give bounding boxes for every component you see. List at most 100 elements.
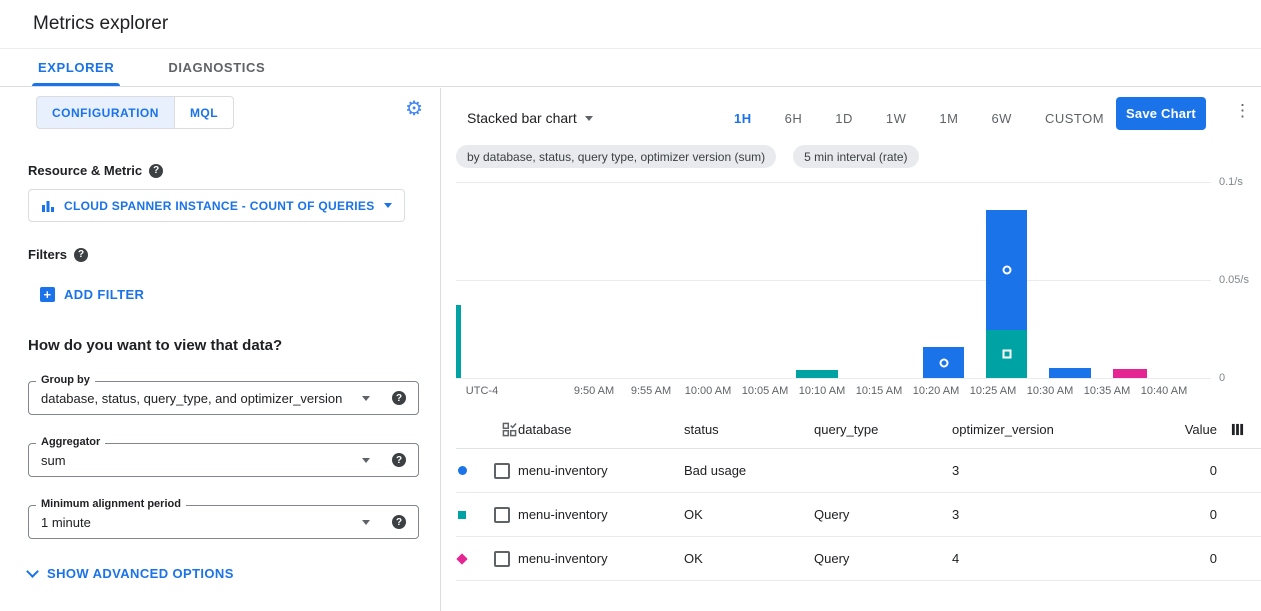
tab-diagnostics[interactable]: DIAGNOSTICS	[162, 49, 271, 86]
header-optimizer-version[interactable]: optimizer_version	[952, 422, 1132, 437]
alignment-period-label: Minimum alignment period	[36, 498, 186, 510]
row-checkbox[interactable]	[494, 551, 510, 567]
chart-bar[interactable]	[1113, 369, 1147, 378]
help-icon[interactable]: ?	[392, 515, 406, 529]
chart-bar-segment	[986, 210, 1027, 330]
time-range-6w[interactable]: 6W	[991, 111, 1012, 126]
cell-database: menu-inventory	[518, 551, 684, 566]
metric-selector-dropdown[interactable]: CLOUD SPANNER INSTANCE - COUNT OF QUERIE…	[28, 189, 405, 222]
show-advanced-options-link[interactable]: SHOW ADVANCED OPTIONS	[28, 566, 234, 581]
editor-mode-toggle: CONFIGURATION MQL	[36, 96, 234, 129]
cell-status: OK	[684, 507, 814, 522]
time-range-1w[interactable]: 1W	[886, 111, 907, 126]
chart-chips: by database, status, query type, optimiz…	[456, 145, 919, 168]
series-marker-icon	[456, 553, 467, 564]
column-settings-icon[interactable]	[1217, 423, 1261, 436]
time-range-1d[interactable]: 1D	[835, 111, 853, 126]
interval-chip[interactable]: 5 min interval (rate)	[793, 145, 918, 168]
group-by-value: database, status, query_type, and optimi…	[41, 391, 362, 406]
table-row: menu-inventory OK Query 3 0	[456, 493, 1261, 537]
cell-optimizer-version: 3	[952, 463, 1132, 478]
view-data-question: How do you want to view that data?	[28, 337, 282, 354]
chart-x-axis: UTC-49:50 AM9:55 AM10:00 AM10:05 AM10:10…	[456, 385, 1211, 399]
circle-marker-icon	[1002, 266, 1011, 275]
help-icon[interactable]: ?	[392, 453, 406, 467]
chart-bar-segment	[923, 347, 964, 378]
tab-diagnostics-label: DIAGNOSTICS	[168, 60, 265, 75]
add-filter-label: ADD FILTER	[64, 287, 144, 302]
header-query-type[interactable]: query_type	[814, 422, 952, 437]
gridline	[456, 182, 1211, 183]
tab-bar: EXPLORER DIAGNOSTICS	[0, 49, 1261, 87]
aggregator-label: Aggregator	[36, 436, 105, 448]
x-axis-tick-label: 10:15 AM	[856, 385, 902, 397]
row-checkbox[interactable]	[494, 507, 510, 523]
time-range-1m[interactable]: 1M	[939, 111, 958, 126]
more-options-icon[interactable]: ⋮	[1230, 101, 1255, 121]
select-series-icon[interactable]	[482, 422, 518, 437]
header-value[interactable]: Value	[1132, 422, 1217, 437]
show-advanced-options-label: SHOW ADVANCED OPTIONS	[47, 566, 234, 581]
x-axis-tick-label: 10:30 AM	[1027, 385, 1073, 397]
x-axis-tick-label: 10:10 AM	[799, 385, 845, 397]
series-table: database status query_type optimizer_ver…	[456, 410, 1261, 581]
circle-marker-icon	[939, 358, 948, 367]
chart-type-dropdown[interactable]: Stacked bar chart	[467, 103, 593, 133]
chart-bar[interactable]	[1049, 368, 1091, 378]
chart-bar[interactable]	[986, 210, 1027, 378]
cell-database: menu-inventory	[518, 507, 684, 522]
x-axis-tick-label: 10:35 AM	[1084, 385, 1130, 397]
grouping-chip[interactable]: by database, status, query type, optimiz…	[456, 145, 776, 168]
help-icon[interactable]: ?	[74, 248, 88, 262]
help-icon[interactable]: ?	[392, 391, 406, 405]
time-range-custom[interactable]: CUSTOM	[1045, 111, 1104, 126]
chart-bar-segment	[1113, 369, 1147, 378]
chart-bar[interactable]	[923, 347, 964, 378]
square-marker-icon	[1002, 350, 1011, 359]
header-status[interactable]: status	[684, 422, 814, 437]
group-by-label: Group by	[36, 374, 95, 386]
cell-optimizer-version: 3	[952, 507, 1132, 522]
cell-value: 0	[1132, 551, 1217, 566]
table-row: menu-inventory Bad usage 3 0	[456, 449, 1261, 493]
time-range-6h[interactable]: 6H	[785, 111, 803, 126]
cell-optimizer-version: 4	[952, 551, 1132, 566]
table-header-row: database status query_type optimizer_ver…	[456, 410, 1261, 449]
x-axis-tick-label: 10:40 AM	[1141, 385, 1187, 397]
row-checkbox[interactable]	[494, 463, 510, 479]
aggregator-select[interactable]: Aggregator sum ?	[28, 443, 419, 477]
metrics-explorer-screen: Metrics explorer EXPLORER DIAGNOSTICS CO…	[0, 0, 1261, 611]
group-by-select[interactable]: Group by database, status, query_type, a…	[28, 381, 419, 415]
header-database[interactable]: database	[518, 422, 684, 437]
gear-icon[interactable]: ⚙	[405, 98, 423, 120]
chart-y-axis: 0.1/s0.05/s0	[1219, 180, 1261, 378]
filters-label-text: Filters	[28, 247, 67, 262]
series-marker-icon	[458, 511, 466, 519]
configuration-tab-button[interactable]: CONFIGURATION	[36, 96, 174, 129]
cell-query-type: Query	[814, 507, 952, 522]
add-filter-button[interactable]: + ADD FILTER	[40, 287, 144, 302]
time-range-1h[interactable]: 1H	[734, 111, 752, 126]
chart-bar-segment	[1049, 368, 1091, 378]
tab-explorer[interactable]: EXPLORER	[32, 49, 120, 86]
y-axis-tick-label: 0.1/s	[1219, 176, 1243, 188]
metric-selector-label: CLOUD SPANNER INSTANCE - COUNT OF QUERIE…	[64, 199, 375, 213]
chevron-down-icon	[585, 116, 593, 121]
mql-tab-button[interactable]: MQL	[174, 96, 234, 129]
save-chart-button[interactable]: Save Chart	[1116, 97, 1206, 130]
y-axis-tick-label: 0.05/s	[1219, 274, 1249, 286]
filters-label: Filters ?	[28, 247, 88, 262]
x-axis-tick-label: 10:00 AM	[685, 385, 731, 397]
add-box-icon: +	[40, 287, 55, 302]
gridline	[456, 378, 1211, 379]
chart-bar[interactable]	[796, 370, 838, 378]
x-axis-tick-label: 9:50 AM	[574, 385, 614, 397]
cell-value: 0	[1132, 463, 1217, 478]
series-marker-icon	[458, 466, 467, 475]
chevron-down-icon	[362, 458, 370, 463]
chart-panel: Stacked bar chart 1H 6H 1D 1W 1M 6W CUST…	[442, 88, 1261, 611]
help-icon[interactable]: ?	[149, 164, 163, 178]
chart-bar[interactable]	[456, 305, 461, 378]
time-range-selector: 1H 6H 1D 1W 1M 6W CUSTOM	[734, 103, 1104, 133]
alignment-period-select[interactable]: Minimum alignment period 1 minute ?	[28, 505, 419, 539]
